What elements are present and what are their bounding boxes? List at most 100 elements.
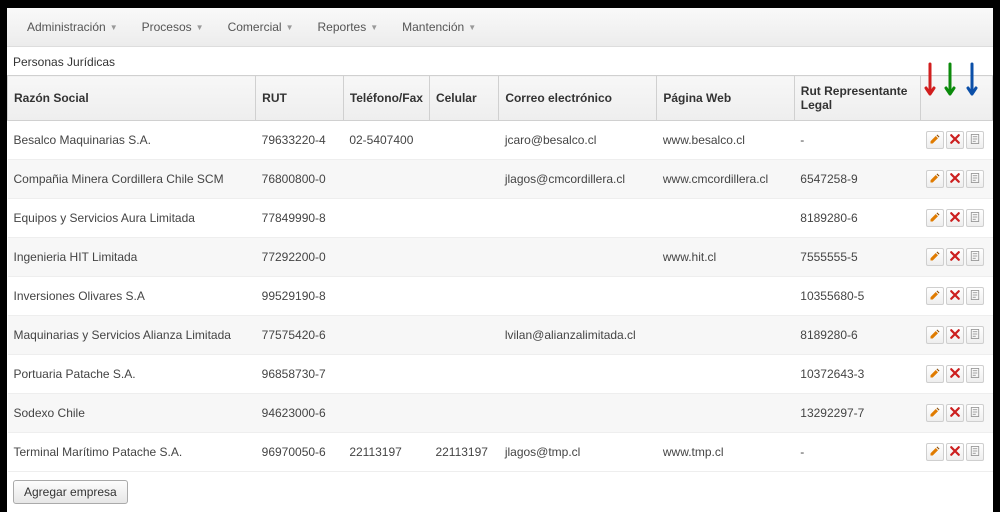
cell-actions — [920, 121, 992, 160]
edit-button[interactable] — [926, 443, 944, 461]
table-row: Sodexo Chile94623000-6 13292297-7 — [8, 394, 993, 433]
detail-button[interactable] — [966, 170, 984, 188]
delete-button[interactable] — [946, 365, 964, 383]
detail-icon — [969, 211, 981, 226]
detail-icon — [969, 172, 981, 187]
detail-button[interactable] — [966, 287, 984, 305]
detail-icon — [969, 406, 981, 421]
chevron-down-icon: ▼ — [196, 23, 204, 32]
cell-web — [657, 394, 794, 433]
cell-cel — [429, 394, 498, 433]
detail-icon — [969, 328, 981, 343]
delete-button[interactable] — [946, 287, 964, 305]
cell-telfax: 02-5407400 — [343, 121, 429, 160]
delete-button[interactable] — [946, 443, 964, 461]
detail-icon — [969, 445, 981, 460]
cell-cel — [429, 121, 498, 160]
col-header-replegal[interactable]: Rut Representante Legal — [794, 76, 920, 121]
cell-web — [657, 316, 794, 355]
cell-correo: lvilan@alianzalimitada.cl — [499, 316, 657, 355]
cell-correo — [499, 394, 657, 433]
col-header-telfax[interactable]: Teléfono/Fax — [343, 76, 429, 121]
edit-button[interactable] — [926, 287, 944, 305]
table-row: Terminal Marítimo Patache S.A.96970050-6… — [8, 433, 993, 472]
page-title: Personas Jurídicas — [7, 47, 993, 75]
cell-actions — [920, 160, 992, 199]
col-header-web[interactable]: Página Web — [657, 76, 794, 121]
cell-rut: 77849990-8 — [256, 199, 344, 238]
detail-button[interactable] — [966, 365, 984, 383]
cell-correo — [499, 199, 657, 238]
edit-button[interactable] — [926, 248, 944, 266]
edit-button[interactable] — [926, 326, 944, 344]
add-company-button[interactable]: Agregar empresa — [13, 480, 128, 504]
table-row: Besalco Maquinarias S.A.79633220-402-540… — [8, 121, 993, 160]
table-header-row: Razón Social RUT Teléfono/Fax Celular Co… — [8, 76, 993, 121]
cell-correo — [499, 277, 657, 316]
cell-web — [657, 355, 794, 394]
detail-button[interactable] — [966, 404, 984, 422]
cell-rut: 77292200-0 — [256, 238, 344, 277]
detail-button[interactable] — [966, 248, 984, 266]
table-row: Inversiones Olivares S.A99529190-8103556… — [8, 277, 993, 316]
delete-icon — [949, 289, 961, 304]
delete-icon — [949, 445, 961, 460]
delete-button[interactable] — [946, 326, 964, 344]
cell-telfax — [343, 277, 429, 316]
edit-button[interactable] — [926, 209, 944, 227]
chevron-down-icon: ▼ — [286, 23, 294, 32]
delete-button[interactable] — [946, 131, 964, 149]
cell-razon: Compañia Minera Cordillera Chile SCM — [8, 160, 256, 199]
detail-button[interactable] — [966, 209, 984, 227]
menu-procesos[interactable]: Procesos ▼ — [132, 16, 214, 38]
edit-button[interactable] — [926, 404, 944, 422]
delete-button[interactable] — [946, 404, 964, 422]
detail-button[interactable] — [966, 326, 984, 344]
cell-actions — [920, 355, 992, 394]
table-row: Compañia Minera Cordillera Chile SCM7680… — [8, 160, 993, 199]
delete-button[interactable] — [946, 209, 964, 227]
menu-label: Mantención — [402, 20, 464, 34]
edit-button[interactable] — [926, 170, 944, 188]
cell-replegal: 13292297-7 — [794, 394, 920, 433]
cell-actions — [920, 394, 992, 433]
col-header-cel[interactable]: Celular — [429, 76, 498, 121]
edit-icon — [929, 289, 941, 304]
cell-cel — [429, 316, 498, 355]
detail-button[interactable] — [966, 443, 984, 461]
col-header-rut[interactable]: RUT — [256, 76, 344, 121]
cell-telfax — [343, 394, 429, 433]
table-row: Ingenieria HIT Limitada77292200-0www.hit… — [8, 238, 993, 277]
menu-label: Reportes — [318, 20, 367, 34]
detail-icon — [969, 250, 981, 265]
menu-mantencion[interactable]: Mantención ▼ — [392, 16, 486, 38]
cell-telfax — [343, 316, 429, 355]
delete-button[interactable] — [946, 170, 964, 188]
delete-button[interactable] — [946, 248, 964, 266]
edit-icon — [929, 328, 941, 343]
delete-icon — [949, 133, 961, 148]
cell-rut: 94623000-6 — [256, 394, 344, 433]
cell-actions — [920, 277, 992, 316]
detail-button[interactable] — [966, 131, 984, 149]
menu-label: Administración — [27, 20, 106, 34]
cell-cel: 22113197 — [429, 433, 498, 472]
delete-icon — [949, 406, 961, 421]
cell-razon: Sodexo Chile — [8, 394, 256, 433]
detail-icon — [969, 133, 981, 148]
chevron-down-icon: ▼ — [370, 23, 378, 32]
edit-button[interactable] — [926, 365, 944, 383]
col-header-correo[interactable]: Correo electrónico — [499, 76, 657, 121]
cell-replegal: 7555555-5 — [794, 238, 920, 277]
menu-comercial[interactable]: Comercial ▼ — [218, 16, 304, 38]
edit-button[interactable] — [926, 131, 944, 149]
cell-web: www.besalco.cl — [657, 121, 794, 160]
menu-administracion[interactable]: Administración ▼ — [17, 16, 128, 38]
col-header-razon[interactable]: Razón Social — [8, 76, 256, 121]
menu-reportes[interactable]: Reportes ▼ — [308, 16, 389, 38]
cell-razon: Ingenieria HIT Limitada — [8, 238, 256, 277]
cell-replegal: - — [794, 433, 920, 472]
menubar: Administración ▼ Procesos ▼ Comercial ▼ … — [7, 8, 993, 47]
cell-correo — [499, 355, 657, 394]
cell-correo: jlagos@tmp.cl — [499, 433, 657, 472]
